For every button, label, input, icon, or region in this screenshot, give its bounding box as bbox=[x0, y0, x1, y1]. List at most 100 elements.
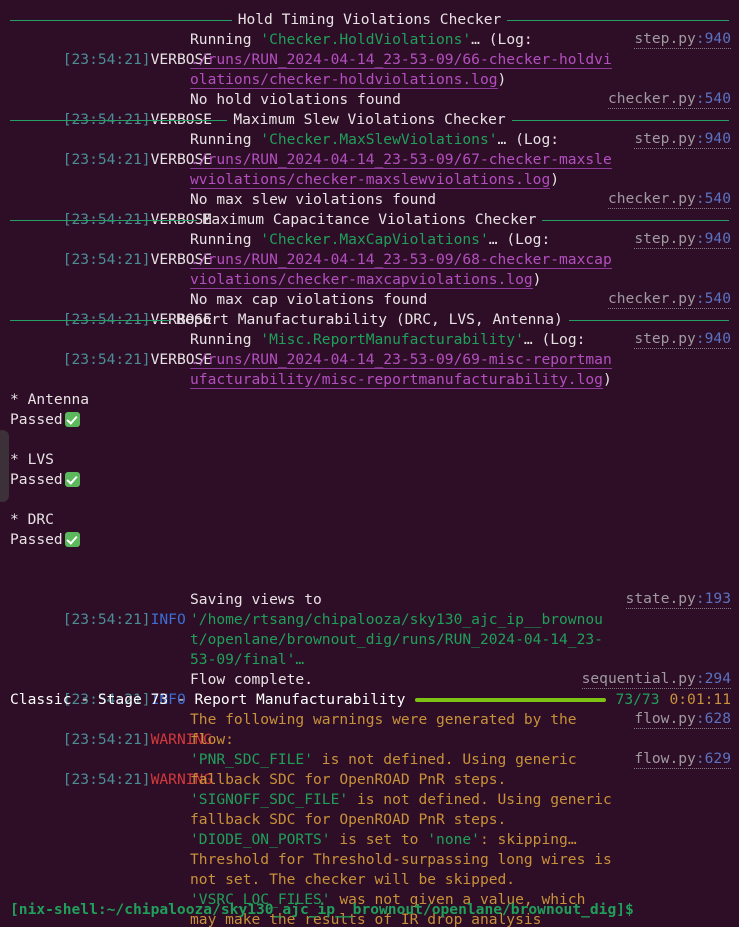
rule-right bbox=[542, 219, 729, 221]
log-message: Running 'Misc.ReportManufacturability'… … bbox=[190, 331, 586, 348]
source-location: checker.py:540 bbox=[607, 90, 731, 109]
log-message-continuation: 'SIGNOFF_SDC_FILE' is not defined. Using… bbox=[190, 791, 612, 808]
source-location: step.py:940 bbox=[634, 30, 731, 49]
log-line-hold-result: [23:54:21]VERBOSE No hold violations fou… bbox=[0, 90, 739, 128]
section-rule-hold-timing: Hold Timing Violations Checker bbox=[0, 10, 739, 30]
log-line-warning-item-4: 'DIODE_ON_PORTS' is set to 'none': skipp… bbox=[0, 830, 739, 850]
section-rule-max-capacitance: Maximum Capacitance Violations Checker bbox=[0, 210, 739, 230]
progress-count: 73/73 bbox=[615, 691, 660, 708]
section-rule-report-manufacturability: Report Manufacturability (DRC, LVS, Ante… bbox=[0, 310, 739, 330]
log-line-saving-path-2: t/openlane/brownout_dig/runs/RUN_2024-04… bbox=[0, 630, 739, 650]
source-location: step.py:940 bbox=[634, 230, 731, 249]
rule-right bbox=[568, 319, 729, 321]
shell-prompt[interactable]: [nix-shell:~/chipalooza/sky130_ajc_ip__b… bbox=[10, 900, 634, 920]
terminal-window[interactable]: checker.py:540 Hold Timing Violations Ch… bbox=[0, 0, 739, 927]
log-line-slew-path-1: ./runs/RUN_2024-04-14_23-53-09/67-checke… bbox=[0, 150, 739, 170]
log-line-manu-path-1: ./runs/RUN_2024-04-14_23-53-09/69-misc-r… bbox=[0, 350, 739, 370]
progress-bar bbox=[415, 698, 606, 702]
log-message: The following warnings were generated by… bbox=[190, 711, 577, 728]
source-location: checker.py:540 bbox=[607, 190, 731, 209]
log-message: No max slew violations found bbox=[190, 191, 437, 208]
log-line-warning-header-2: flow: bbox=[0, 730, 739, 750]
log-path-continuation: olations/checker-holdviolations.log) bbox=[190, 71, 507, 89]
log-message-continuation: fallback SDC for OpenROAD PnR steps. bbox=[190, 811, 507, 828]
rule-left bbox=[10, 219, 197, 221]
log-message: Running 'Checker.MaxCapViolations'… (Log… bbox=[190, 231, 551, 248]
log-line-hold-path-2: olations/checker-holdviolations.log) bbox=[0, 70, 739, 90]
log-path-continuation: ./runs/RUN_2024-04-14_23-53-09/67-checke… bbox=[190, 151, 612, 169]
source-location: step.py:940 bbox=[634, 130, 731, 149]
log-message: Running 'Checker.MaxSlewViolations'… (Lo… bbox=[190, 131, 560, 148]
stage-label: Classic - Stage 73 - Report Manufacturab… bbox=[10, 691, 406, 708]
log-line-slew-path-2: wviolations/checker-maxslewviolations.lo… bbox=[0, 170, 739, 190]
log-path-continuation: '/home/rtsang/chipalooza/sky130_ajc_ip__… bbox=[190, 611, 603, 628]
rule-left bbox=[10, 319, 171, 321]
check-status-lvs: Passed bbox=[0, 470, 739, 490]
rule-left bbox=[10, 119, 228, 121]
log-message: No hold violations found bbox=[190, 91, 401, 108]
log-path-continuation: ./runs/RUN_2024-04-14_23-53-09/68-checke… bbox=[190, 251, 612, 269]
log-line-warning-item-5: Threshold for Threshold-surpassing long … bbox=[0, 850, 739, 870]
log-line-cap-path-2: violations/checker-maxcapviolations.log) bbox=[0, 270, 739, 290]
check-name-lvs: * LVS bbox=[10, 451, 54, 468]
source-location: state.py:193 bbox=[625, 590, 731, 609]
log-line-slew-running: [23:54:21]VERBOSE Running 'Checker.MaxSl… bbox=[0, 130, 739, 168]
scrollbar-thumb[interactable] bbox=[0, 430, 9, 502]
scrollbar-track[interactable] bbox=[0, 0, 10, 927]
log-path-continuation: 53-09/final'… bbox=[190, 651, 305, 668]
log-path-continuation: wviolations/checker-maxslewviolations.lo… bbox=[190, 171, 560, 189]
stage-progress-row: Classic - Stage 73 - Report Manufacturab… bbox=[0, 690, 739, 710]
log-line-cap-path-1: ./runs/RUN_2024-04-14_23-53-09/68-checke… bbox=[0, 250, 739, 270]
check-name-drc: * DRC bbox=[10, 511, 54, 528]
log-line-hold-path-1: ./runs/RUN_2024-04-14_23-53-09/66-checke… bbox=[0, 50, 739, 70]
log-path-continuation: violations/checker-maxcapviolations.log) bbox=[190, 271, 542, 289]
log-line-cap-running: [23:54:21]VERBOSE Running 'Checker.MaxCa… bbox=[0, 230, 739, 268]
log-line-saving-views: [23:54:21]INFO Saving views to state.py:… bbox=[0, 590, 739, 628]
source-location: flow.py:628 bbox=[634, 710, 731, 729]
log-path-continuation: ufacturability/misc-reportmanufacturabil… bbox=[190, 371, 612, 389]
log-message: Flow complete. bbox=[190, 671, 314, 688]
log-message-continuation: 'DIODE_ON_PORTS' is set to 'none': skipp… bbox=[190, 831, 577, 848]
source-location: step.py:940 bbox=[634, 330, 731, 349]
log-message-continuation: flow: bbox=[190, 731, 234, 748]
source-location: flow.py:629 bbox=[634, 750, 731, 769]
section-title: Report Manufacturability (DRC, LVS, Ante… bbox=[176, 311, 563, 328]
log-line-saving-path-3: 53-09/final'… bbox=[0, 650, 739, 670]
white-check-mark-icon bbox=[64, 412, 80, 427]
log-line-warning-item-2: 'SIGNOFF_SDC_FILE' is not defined. Using… bbox=[0, 790, 739, 810]
log-line-manu-path-2: ufacturability/misc-reportmanufacturabil… bbox=[0, 370, 739, 390]
rule-right bbox=[507, 19, 729, 21]
white-check-mark-icon bbox=[64, 532, 80, 547]
log-line-saving-path-1: '/home/rtsang/chipalooza/sky130_ajc_ip__… bbox=[0, 610, 739, 630]
log-line-flow-complete: [23:54:21]INFO Flow complete. sequential… bbox=[0, 670, 739, 708]
section-rule-max-slew: Maximum Slew Violations Checker bbox=[0, 110, 739, 130]
elapsed-time: 0:01:11 bbox=[669, 691, 731, 708]
log-line-cap-result: [23:54:21]VERBOSE No max cap violations … bbox=[0, 290, 739, 328]
check-name-antenna: * Antenna bbox=[10, 391, 90, 408]
terminal-log-output: checker.py:540 Hold Timing Violations Ch… bbox=[0, 0, 739, 927]
source-location: checker.py:540 bbox=[607, 290, 731, 309]
log-message: 'PNR_SDC_FILE' is not defined. Using gen… bbox=[190, 751, 577, 768]
source-location: sequential.py:294 bbox=[581, 670, 731, 689]
log-line-warning-item-6: not set. The checker will be skipped. bbox=[0, 870, 739, 890]
log-path-continuation: ./runs/RUN_2024-04-14_23-53-09/69-misc-r… bbox=[190, 351, 612, 369]
log-path-continuation: ./runs/RUN_2024-04-14_23-53-09/66-checke… bbox=[190, 51, 612, 69]
check-status-drc: Passed bbox=[0, 530, 739, 550]
check-status-antenna: Passed bbox=[0, 410, 739, 430]
log-line-manu-running: [23:54:21]VERBOSE Running 'Misc.ReportMa… bbox=[0, 330, 739, 368]
log-message-continuation: Threshold for Threshold-surpassing long … bbox=[190, 851, 612, 868]
rule-right bbox=[511, 119, 729, 121]
log-message: Running 'Checker.HoldViolations'… (Log: bbox=[190, 31, 533, 48]
log-message-continuation: not set. The checker will be skipped. bbox=[190, 871, 516, 888]
log-line-hold-running: [23:54:21]VERBOSE Running 'Checker.HoldV… bbox=[0, 30, 739, 68]
log-line-warning-item-3: fallback SDC for OpenROAD PnR steps. bbox=[0, 810, 739, 830]
log-message: Saving views to bbox=[190, 591, 322, 608]
rule-left bbox=[10, 19, 232, 21]
log-line-warning-item-0: [23:54:21]WARNING 'PNR_SDC_FILE' is not … bbox=[0, 750, 739, 788]
log-line-slew-result: [23:54:21]VERBOSE No max slew violations… bbox=[0, 190, 739, 228]
log-line-warning-header: [23:54:21]WARNING The following warnings… bbox=[0, 710, 739, 748]
